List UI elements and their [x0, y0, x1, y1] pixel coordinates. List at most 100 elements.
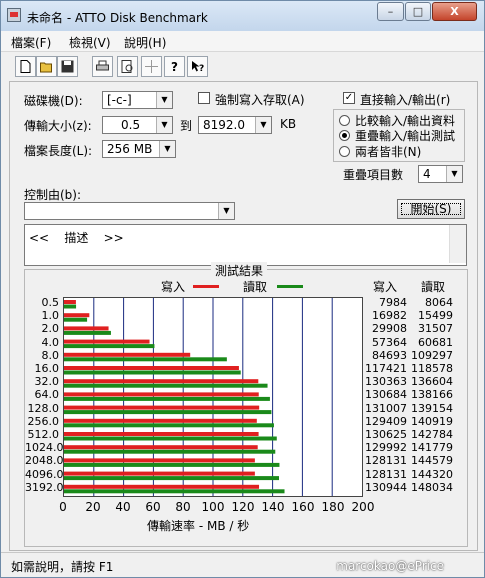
svg-text:?: ? — [171, 60, 178, 73]
write-bar — [64, 339, 150, 344]
force-write-label: 強制寫入存取(A) — [215, 93, 305, 107]
transfer-to-select[interactable]: 8192.0 ▼ — [198, 116, 272, 134]
help-button[interactable]: ? — [164, 56, 185, 77]
start-button[interactable]: 開始(S) — [397, 199, 465, 219]
description-box[interactable]: << 描述 >> — [24, 224, 467, 266]
write-bar — [64, 445, 258, 450]
description-scrollbar[interactable] — [449, 225, 466, 263]
read-bar — [64, 370, 241, 375]
drive-select[interactable]: [-c-] ▼ — [102, 91, 173, 109]
queue-depth-label: 重疊項目數 — [343, 168, 404, 182]
maximize-button[interactable]: □ — [405, 2, 431, 21]
category-label: 1.0 — [41, 309, 60, 323]
direct-io-label: 直接輸入/輸出(r) — [360, 93, 451, 107]
results-title: 測試結果 — [211, 262, 268, 279]
write-value: 128131 — [365, 467, 407, 481]
to-label: 到 — [180, 119, 193, 133]
print-button[interactable] — [92, 56, 113, 77]
menu-file[interactable]: 檔案(F) — [11, 34, 51, 51]
write-value: 130684 — [365, 388, 407, 402]
radio-overlap-label: 重疊輸入/輸出測試 — [355, 129, 456, 143]
write-value: 117421 — [365, 362, 407, 375]
category-label: 0.5 — [41, 296, 60, 309]
file-length-value: 256 MB — [107, 142, 153, 156]
read-value: 141779 — [411, 441, 453, 455]
controlled-by-select[interactable]: ▼ — [24, 202, 235, 220]
read-value: 139154 — [411, 401, 453, 415]
x-tick-label: 180 — [321, 500, 345, 514]
read-bar — [64, 462, 280, 467]
write-bar — [64, 471, 255, 476]
new-icon — [19, 60, 32, 73]
focus-ring — [401, 203, 461, 215]
read-bar — [64, 383, 268, 388]
read-value: 109297 — [411, 348, 453, 362]
write-value: 130363 — [365, 375, 407, 389]
radio-neither[interactable] — [339, 146, 350, 157]
write-value: 84693 — [372, 348, 407, 362]
new-button[interactable] — [15, 56, 36, 77]
file-length-select[interactable]: 256 MB ▼ — [102, 140, 176, 158]
queue-depth-select[interactable]: 4 ▼ — [418, 165, 463, 183]
direct-io-checkbox[interactable]: ✓ — [343, 92, 355, 104]
read-value: 140919 — [411, 414, 453, 428]
read-value: 136604 — [411, 375, 453, 389]
category-label: 32.0 — [34, 375, 60, 389]
radio-overlap[interactable] — [339, 130, 350, 141]
menu-help[interactable]: 說明(H) — [124, 34, 166, 51]
radio-neither-label: 兩者皆非(N) — [355, 145, 422, 159]
description-text: << 描述 >> — [29, 231, 124, 245]
category-label: 16.0 — [34, 362, 60, 375]
drive-value: [-c-] — [107, 93, 132, 107]
write-bar — [64, 405, 260, 410]
transfer-from-value: 0.5 — [121, 118, 141, 132]
radio-compare[interactable] — [339, 115, 350, 126]
category-label: 2.0 — [41, 322, 60, 336]
read-value: 138166 — [411, 388, 453, 402]
write-value: 128131 — [365, 454, 407, 468]
menu-view[interactable]: 檢視(V) — [69, 34, 111, 51]
minimize-button[interactable]: – — [377, 2, 404, 21]
read-bar — [64, 344, 155, 349]
read-value: 8064 — [425, 296, 453, 309]
category-label: 2048.0 — [25, 454, 64, 468]
svg-text:?: ? — [199, 64, 204, 73]
read-value: 148034 — [411, 480, 453, 494]
context-help-icon: ? — [191, 60, 204, 74]
close-button[interactable]: X — [432, 2, 477, 21]
title-bar[interactable]: 未命名 - ATTO Disk Benchmark – □ X — [1, 1, 484, 31]
category-label: 3192.0 — [25, 480, 64, 494]
category-label: 128.0 — [27, 401, 60, 415]
transfer-from-select[interactable]: 0.5 ▼ — [102, 116, 173, 134]
write-bar — [64, 458, 255, 463]
write-value: 16982 — [372, 309, 407, 323]
x-tick-label: 0 — [59, 500, 67, 514]
read-value: 118578 — [411, 362, 453, 375]
chevron-down-icon: ▼ — [218, 203, 234, 219]
open-button[interactable] — [36, 56, 57, 77]
read-bar — [64, 449, 276, 454]
watermark-text: marcokao@ePrice — [336, 559, 444, 573]
force-write-checkbox[interactable] — [198, 92, 210, 104]
read-bar — [64, 357, 227, 362]
menu-bar: 檔案(F) 檢視(V) 說明(H) — [1, 31, 484, 52]
x-tick-label: 200 — [351, 500, 375, 514]
read-value: 142784 — [411, 428, 453, 441]
app-icon[interactable] — [7, 8, 21, 22]
file-length-label: 檔案長度(L): — [24, 144, 93, 158]
save-button[interactable] — [57, 56, 78, 77]
chevron-down-icon: ▼ — [156, 117, 172, 133]
x-tick-label: 80 — [175, 500, 191, 514]
transfer-to-value: 8192.0 — [203, 118, 245, 132]
controlled-by-label: 控制由(b): — [24, 188, 82, 202]
write-value: 131007 — [365, 401, 407, 415]
print-preview-button[interactable] — [117, 56, 138, 77]
write-bar — [64, 379, 259, 384]
context-help-button[interactable]: ? — [187, 56, 208, 77]
write-bar — [64, 313, 90, 318]
unit-label: KB — [280, 117, 297, 131]
chevron-down-icon: ▼ — [159, 141, 175, 157]
write-value: 57364 — [372, 335, 407, 349]
print-preview-icon — [121, 60, 134, 73]
move-button[interactable] — [141, 56, 162, 77]
